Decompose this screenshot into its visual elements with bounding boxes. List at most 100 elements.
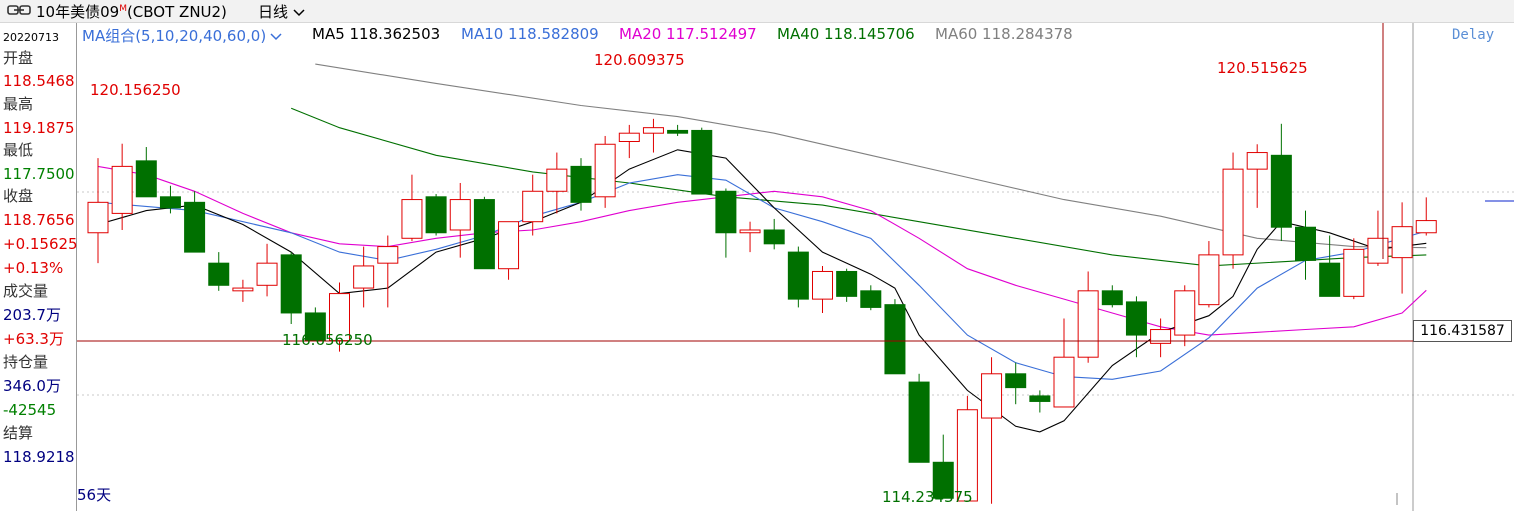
low-annotation: 116.656250 [282,331,373,349]
candle-body [1391,226,1413,259]
candle-body [449,199,471,231]
instrument-title: 10年美债09M(CBOT ZNU2) [36,3,227,21]
candle [1053,318,1075,408]
candle-body [280,254,302,314]
candle [377,235,399,308]
candle [1270,123,1292,242]
candle-body [908,381,930,463]
open-interest-change-value: -42545 [3,401,57,419]
candle-body [1343,248,1365,297]
candle [594,135,616,208]
candle [449,182,471,258]
candle [691,127,713,195]
candle-body [618,132,640,142]
candle [1367,210,1389,266]
candle [570,158,592,211]
change-pct-value: +0.13% [3,259,64,277]
ma10-legend: MA10 118.582809 [461,25,599,43]
close-label: 收盘 [3,187,34,205]
settle-label: 结算 [3,424,34,442]
change-value: +0.15625 [3,235,78,253]
title-bar: 10年美债09M(CBOT ZNU2) 日线 [0,0,1514,23]
candle [1198,241,1220,308]
volume-change-value: +63.3万 [3,330,64,348]
candle [353,246,375,308]
candle-body [401,199,423,239]
candle-body [232,287,254,292]
candle [280,252,302,325]
candle [111,143,133,230]
candle [1343,238,1365,300]
candle-body [1174,290,1196,336]
candle [618,124,640,159]
candle-body [739,229,761,234]
volume-value: 203.7万 [3,306,61,324]
candle-body [425,196,447,234]
candle-body [1005,373,1027,389]
candle-body [884,304,906,375]
candle-body [498,221,520,270]
open-interest-label: 持仓量 [3,353,49,371]
candle [1391,202,1413,294]
candle-body [1125,301,1147,336]
candle-body [1053,356,1075,408]
candle-body [353,265,375,289]
chevron-down-icon [270,33,282,41]
high-value: 119.1875 [3,119,75,137]
candle [1077,271,1099,363]
close-value: 118.7656 [3,211,75,229]
candle-body [860,290,882,308]
candle-body [184,201,206,253]
open-interest-value: 346.0万 [3,377,61,395]
candlestick-chart[interactable] [77,23,1514,511]
ma-group-selector[interactable]: MA组合(5,10,20,40,60,0) [82,25,283,46]
candle-body [812,270,833,300]
candle-body [787,251,809,300]
candle [87,158,109,264]
day-count: 56天 [77,486,112,504]
candle [763,218,785,250]
ma60-legend: MA60 118.284378 [935,25,1073,43]
candle-body [1270,154,1292,228]
candle-body [473,199,495,270]
delay-indicator: Delay [1452,27,1495,43]
candle-body [691,129,713,195]
candle-body [546,168,568,192]
ma40-legend: MA40 118.145706 [777,25,915,43]
ma5-legend: MA5 118.362503 [312,25,441,43]
candle [1101,285,1123,308]
main-contract-badge: M [119,4,127,14]
high-annotation: 120.515625 [1217,59,1308,77]
candle-body [1319,262,1341,297]
candle [739,221,761,253]
candle [1174,285,1196,347]
low-value: 117.7500 [3,165,75,183]
low-label: 最低 [3,141,34,159]
link-icon[interactable] [7,4,31,16]
candle [1005,362,1027,405]
candle [135,147,157,198]
candle [232,279,254,302]
candle-body [522,190,544,223]
candle-body [1367,237,1389,264]
candle-body [1222,168,1244,256]
candle-body [570,165,592,203]
candle [884,299,906,375]
high-label: 最高 [3,95,34,113]
period-selector[interactable]: 日线 [258,1,305,22]
chevron-down-icon [293,8,305,16]
candle [787,246,809,308]
candle-body [1101,290,1123,306]
candle [1222,152,1244,269]
candle-body [256,262,278,286]
candle-body [377,246,399,264]
candle-body [667,129,689,134]
candle [1246,144,1268,208]
candle [425,194,447,236]
candle-body [836,270,858,297]
candle-body [1198,254,1220,306]
candle-body [763,229,785,245]
open-label: 开盘 [3,49,34,67]
quote-date: 20220713 [3,31,59,44]
ma20-legend: MA20 117.512497 [619,25,757,43]
